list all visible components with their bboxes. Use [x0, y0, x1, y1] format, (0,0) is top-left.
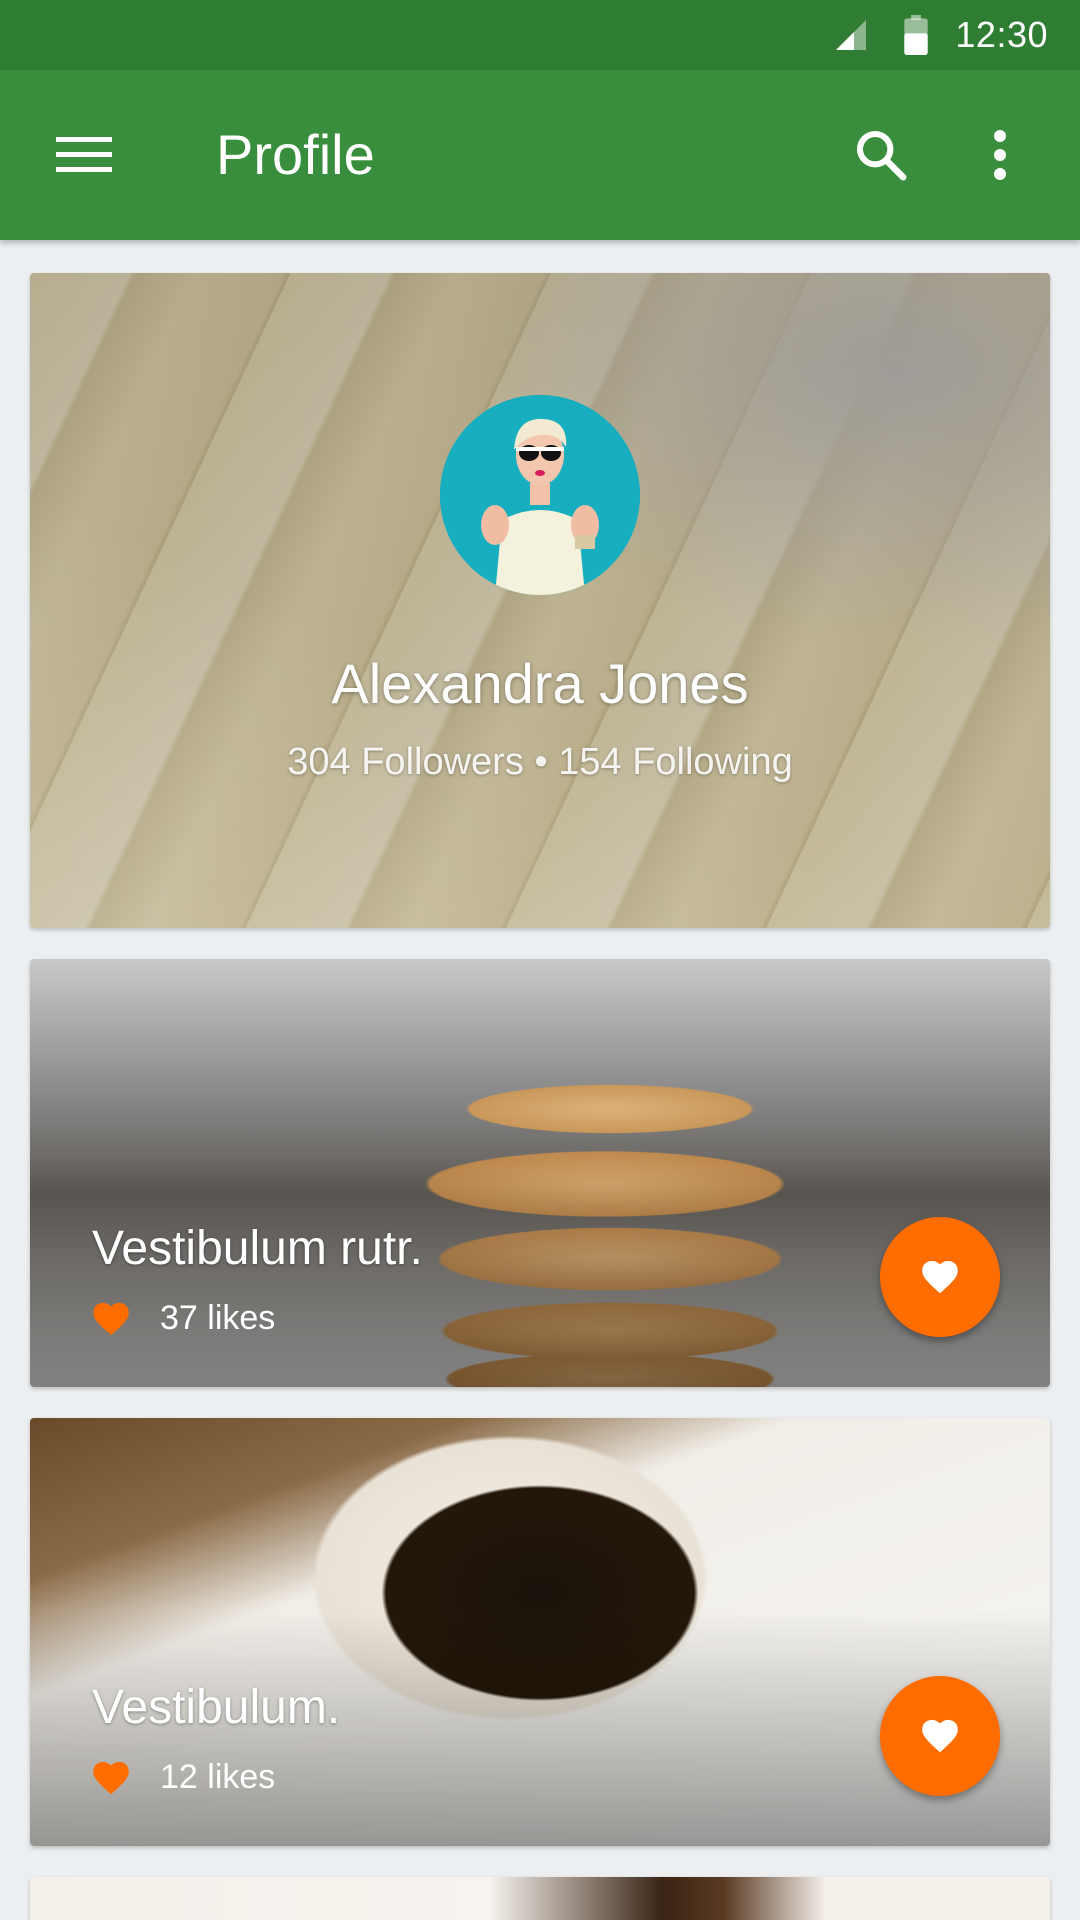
app-bar: Profile	[0, 70, 1080, 240]
clock: 12:30	[955, 14, 1048, 55]
search-button[interactable]	[846, 120, 916, 190]
more-options-button[interactable]	[980, 120, 1020, 190]
more-vert-icon	[994, 130, 1006, 180]
avatar[interactable]	[440, 395, 640, 595]
post-card[interactable]: Vestibulum rutr. 37 likes	[30, 959, 1050, 1387]
heart-icon	[93, 1302, 129, 1335]
post-card[interactable]: Vestibulum. 12 likes	[30, 1418, 1050, 1846]
menu-icon	[56, 137, 112, 172]
heart-icon	[922, 1260, 958, 1294]
profile-stats[interactable]: 304 Followers • 154 Following	[30, 741, 1050, 784]
menu-button[interactable]	[52, 125, 116, 185]
post-title: Vestibulum.	[92, 1681, 341, 1734]
post-title: Vestibulum rutr.	[92, 1222, 423, 1275]
like-button[interactable]	[880, 1217, 1000, 1337]
cover-image	[30, 273, 1050, 928]
heart-icon	[93, 1761, 129, 1794]
likes-count: 37 likes	[160, 1299, 276, 1337]
signal-icon	[836, 20, 867, 50]
page-title: Profile	[216, 123, 375, 186]
like-button[interactable]	[880, 1676, 1000, 1796]
avatar-image	[440, 395, 640, 595]
profile-name: Alexandra Jones	[331, 652, 749, 715]
battery-icon	[904, 15, 929, 55]
status-bar: 12:30	[0, 0, 1080, 70]
post-likes: 12 likes	[92, 1758, 275, 1797]
search-icon	[856, 130, 907, 181]
likes-count: 12 likes	[160, 1758, 276, 1796]
profile-header-card: Alexandra Jones 304 Followers • 154 Foll…	[30, 273, 1050, 928]
heart-icon	[922, 1719, 958, 1753]
post-card-partial[interactable]	[30, 1877, 1050, 1920]
post-likes: 37 likes	[92, 1299, 275, 1338]
